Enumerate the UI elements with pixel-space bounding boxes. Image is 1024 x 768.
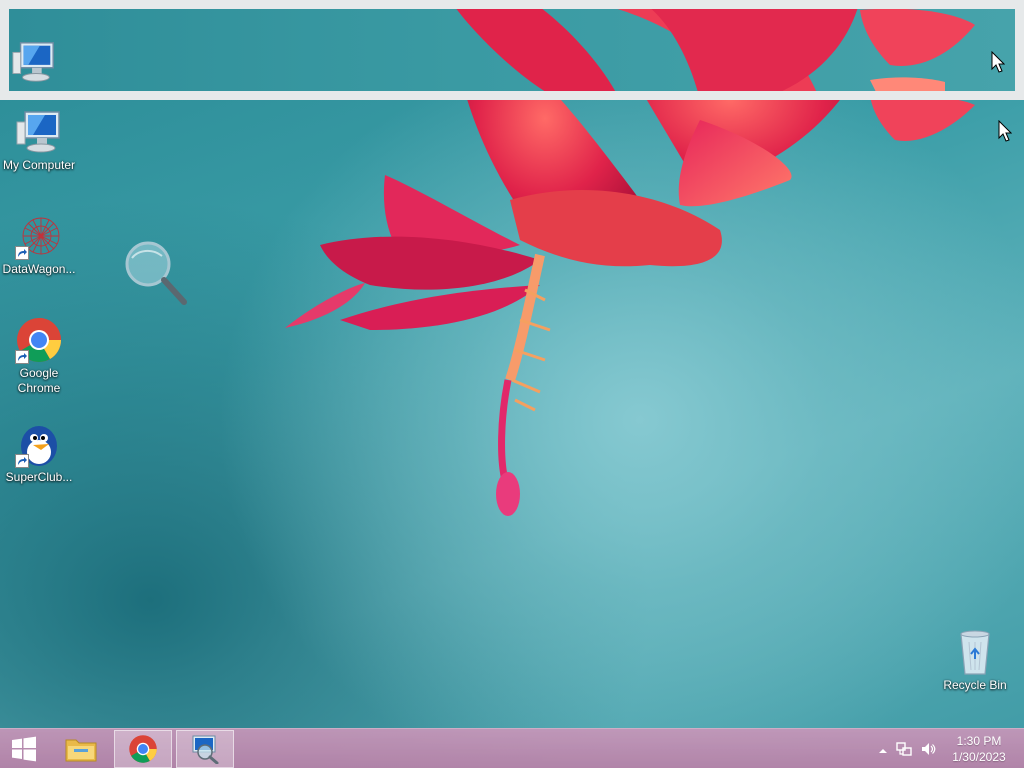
taskbar: 1:30 PM 1/30/2023 [0, 728, 1024, 768]
desktop-icon-recycle-bin[interactable]: Recycle Bin [936, 628, 1014, 693]
folder-icon [65, 739, 97, 762]
desktop[interactable]: My Computer DataWagon... Google Chrome S… [0, 0, 1024, 768]
chrome-icon [15, 316, 63, 364]
desktop-icon-label: Recycle Bin [943, 678, 1007, 692]
desktop-icon-label: DataWagon... [2, 262, 76, 276]
cursor-icon [991, 51, 1005, 73]
clock[interactable]: 1:30 PM 1/30/2023 [944, 733, 1014, 765]
my-computer-icon [16, 111, 60, 153]
datawagon-icon [15, 212, 63, 260]
desktop-icon-datawagon[interactable]: DataWagon... [0, 212, 78, 277]
start-button[interactable] [0, 730, 48, 768]
taskbar-magnifier[interactable] [176, 730, 234, 768]
cursor-icon [998, 120, 1012, 142]
magnified-wallpaper [456, 9, 975, 91]
shortcut-arrow-icon [15, 350, 29, 364]
network-icon[interactable] [896, 741, 912, 762]
desktop-icon-label: Google Chrome [17, 366, 61, 395]
clock-date: 1/30/2023 [952, 750, 1006, 764]
desktop-icon-my-computer[interactable]: My Computer [0, 108, 78, 173]
magnifier-lens-icon[interactable] [122, 238, 192, 314]
clock-time: 1:30 PM [956, 734, 1002, 748]
recycle-bin-icon [960, 630, 990, 675]
desktop-icon-label: SuperClub... [5, 470, 73, 484]
magnifier-icon [192, 735, 219, 764]
shortcut-arrow-icon [15, 454, 29, 468]
windows-logo-icon [12, 736, 36, 762]
desktop-icon-label: My Computer [2, 158, 76, 172]
taskbar-file-explorer[interactable] [52, 730, 110, 768]
wallpaper-flower [285, 10, 975, 516]
my-computer-icon [12, 42, 54, 82]
taskbar-google-chrome[interactable] [114, 730, 172, 768]
chevron-up-icon [879, 749, 887, 753]
shortcut-arrow-icon [15, 246, 29, 260]
desktop-icon-superclub[interactable]: SuperClub... [0, 420, 78, 485]
chrome-icon [129, 735, 157, 763]
volume-icon[interactable] [920, 741, 936, 762]
desktop-icon-google-chrome[interactable]: Google Chrome [0, 316, 78, 396]
system-tray: 1:30 PM 1/30/2023 [864, 729, 1024, 768]
magnifier-docked-view [0, 0, 1024, 100]
show-hidden-icons-button[interactable] [878, 743, 888, 761]
penguin-icon [15, 420, 63, 468]
